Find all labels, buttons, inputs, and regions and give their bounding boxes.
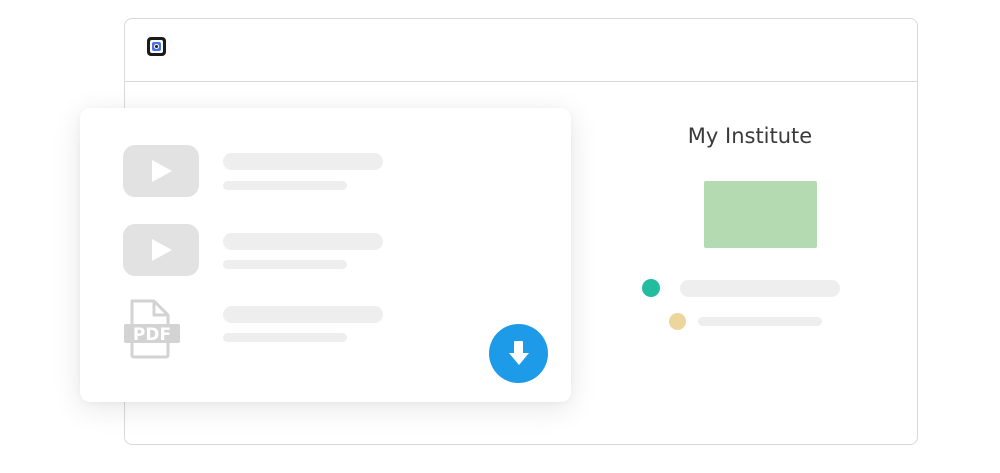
institute-title: My Institute [687,124,813,148]
pdf-icon[interactable]: PDF [124,299,180,359]
item-subtitle-placeholder [223,260,347,269]
item-subtitle-placeholder [223,333,347,342]
placeholder-line [698,317,822,326]
pdf-icon-label: PDF [133,325,171,345]
item-subtitle-placeholder [223,181,347,190]
placeholder-line [680,280,840,297]
hero-illustration: My Institute PDF [0,0,1000,473]
video-play-icon[interactable] [123,145,199,197]
course-content-card: PDF [80,108,571,402]
status-dot-teal [642,279,660,297]
download-button[interactable] [489,324,548,383]
app-logo-icon [147,37,166,56]
item-title-placeholder [223,306,383,323]
item-title-placeholder [223,153,383,170]
window-header [125,19,917,82]
item-title-placeholder [223,233,383,250]
status-dot-yellow [669,313,686,330]
institute-banner-placeholder [704,181,817,248]
video-play-icon[interactable] [123,224,199,276]
